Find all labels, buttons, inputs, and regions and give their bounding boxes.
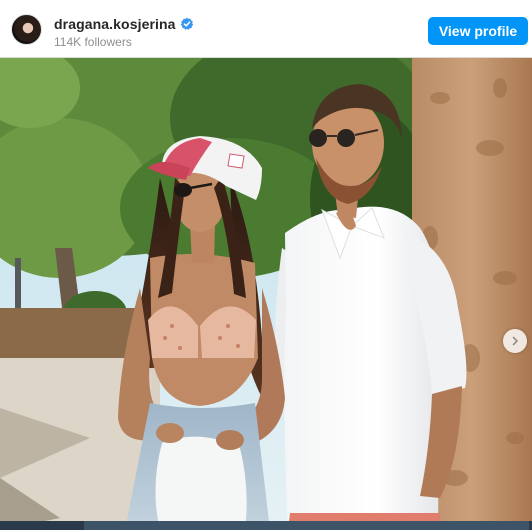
user-info: dragana.kosjerina 114K followers xyxy=(54,15,194,49)
username-link[interactable]: dragana.kosjerina xyxy=(54,16,176,32)
post-photo[interactable] xyxy=(0,58,532,530)
username-row: dragana.kosjerina xyxy=(54,15,194,32)
verified-badge-icon xyxy=(180,17,194,31)
follower-count: 114K followers xyxy=(54,35,132,49)
profile-avatar[interactable] xyxy=(11,14,42,45)
carousel-next-button[interactable] xyxy=(503,329,527,353)
bottom-strip-segment xyxy=(84,521,529,530)
post-header: dragana.kosjerina 114K followers View pr… xyxy=(0,0,532,58)
bottom-strip xyxy=(0,521,532,530)
view-profile-button[interactable]: View profile xyxy=(428,17,528,45)
chevron-right-icon xyxy=(512,336,519,346)
